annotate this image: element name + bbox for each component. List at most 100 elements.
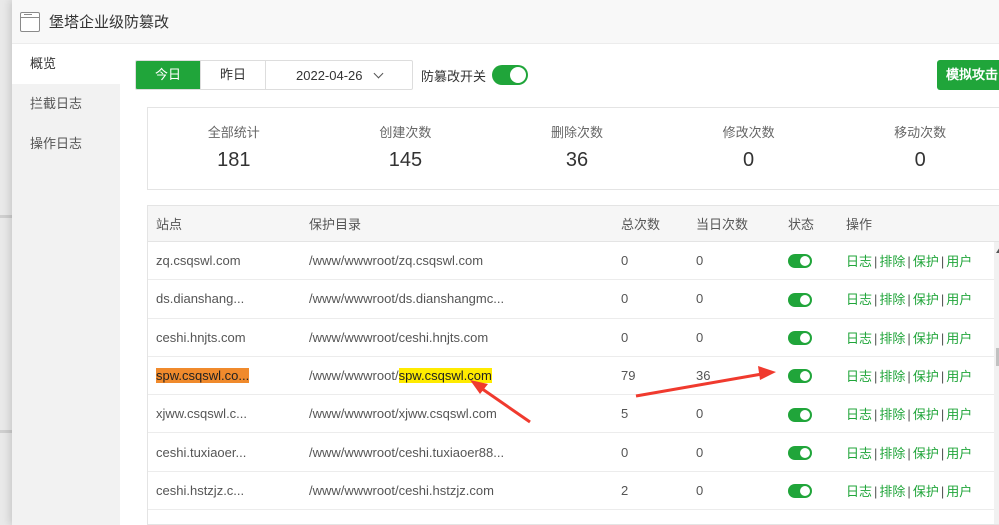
table-header: 站点 保护目录 总次数 当日次数 状态 操作 (148, 206, 999, 242)
exclude-link[interactable]: 排除 (879, 446, 905, 461)
cell-total: 0 (621, 444, 629, 460)
user-link[interactable]: 用户 (946, 369, 972, 384)
sites-table: 站点 保护目录 总次数 当日次数 状态 操作 zq.csqswl.com/www… (147, 205, 999, 525)
cell-total: 0 (621, 329, 629, 345)
sidebar-item-overview[interactable]: 概览 (12, 44, 120, 84)
cell-site: spw.csqswl.co... (148, 368, 301, 384)
ops-separator: | (940, 445, 945, 461)
date-value: 2022-04-26 (296, 67, 363, 83)
sidebar: 概览 拦截日志 操作日志 (12, 44, 120, 525)
user-link[interactable]: 用户 (946, 484, 972, 499)
cell-dir: /www/wwwroot/ceshi.hnjts.com (301, 330, 613, 345)
ops-separator: | (874, 483, 878, 499)
dir-path: /www/wwwroot/ds.dianshangmc... (309, 291, 505, 307)
protect-link[interactable]: 保护 (913, 331, 939, 346)
status-toggle[interactable] (788, 292, 812, 307)
protect-link[interactable]: 保护 (913, 407, 939, 422)
cell-ops: 日志 | 排除 | 保护 | 用户 (838, 404, 998, 423)
cell-ops: 日志 | 排除 | 保护 | 用户 (838, 328, 998, 347)
ops-separator: | (907, 369, 911, 385)
status-toggle[interactable] (788, 331, 812, 346)
table-row: xjww.csqswl.c... /www/wwwroot/xjww.csqswl… (148, 395, 999, 434)
ops-separator: | (874, 369, 878, 385)
cell-ops: 日志 | 排除 | 保护 | 用户 (838, 289, 998, 308)
log-link[interactable]: 日志 (846, 484, 872, 499)
dir-path: /www/wwwroot/ceshi.tuxiaoer88... (309, 444, 505, 460)
log-link[interactable]: 日志 (846, 407, 872, 422)
chevron-down-icon (373, 68, 383, 78)
cell-site: ds.dianshang... (148, 291, 301, 306)
cell-today: 0 (696, 329, 704, 345)
log-link[interactable]: 日志 (846, 446, 872, 461)
site-name: zq.csqswl.com (156, 253, 241, 269)
background-divider (0, 430, 12, 433)
cell-site: xjww.csqswl.c... (148, 406, 301, 421)
sidebar-item-intercept-log[interactable]: 拦截日志 (12, 84, 120, 124)
cell-site: ceshi.hstzjz.c... (148, 483, 301, 498)
ops-separator: | (874, 292, 878, 308)
status-toggle[interactable] (788, 484, 812, 499)
ops-separator: | (940, 407, 945, 423)
sidebar-item-operation-log[interactable]: 操作日志 (12, 124, 120, 164)
protect-link[interactable]: 保护 (913, 292, 939, 307)
protect-link[interactable]: 保护 (913, 484, 939, 499)
table-row: ceshi.tuxiaoer... /www/wwwroot/ceshi.tuxi… (148, 433, 999, 472)
cell-today: 0 (696, 291, 704, 307)
log-link[interactable]: 日志 (846, 369, 872, 384)
protect-link[interactable]: 保护 (913, 254, 939, 269)
cell-status (780, 406, 838, 422)
ops-separator: | (940, 292, 945, 308)
user-link[interactable]: 用户 (946, 331, 972, 346)
yesterday-button[interactable]: 昨日 (201, 61, 266, 89)
cell-status (780, 329, 838, 346)
dir-path: /www/wwwroot/zq.csqswl.com (309, 253, 484, 269)
today-button[interactable]: 今日 (136, 61, 201, 89)
cell-dir: /www/wwwroot/ceshi.hstzjz.com (301, 483, 613, 498)
tamper-switch-toggle[interactable] (492, 65, 529, 85)
cell-status (780, 444, 838, 460)
log-link[interactable]: 日志 (846, 254, 872, 269)
site-name: ds.dianshang... (156, 291, 245, 307)
cell-ops: 日志 | 排除 | 保护 | 用户 (838, 443, 998, 462)
stat-value: 0 (743, 149, 755, 171)
table-row: ds.dianshang... /www/wwwroot/ds.dianshang… (148, 280, 999, 319)
ops-separator: | (907, 483, 911, 499)
status-toggle[interactable] (788, 445, 812, 460)
site-name: ceshi.tuxiaoer... (156, 444, 247, 460)
ops-separator: | (907, 330, 911, 346)
exclude-link[interactable]: 排除 (879, 254, 905, 269)
log-link[interactable]: 日志 (846, 292, 872, 307)
ops-separator: | (940, 254, 945, 270)
table-scrollbar[interactable] (994, 242, 999, 524)
exclude-link[interactable]: 排除 (879, 292, 905, 307)
user-link[interactable]: 用户 (946, 292, 972, 307)
exclude-link[interactable]: 排除 (879, 331, 905, 346)
dialog-title: 堡塔企业级防篡改 (49, 14, 170, 31)
user-link[interactable]: 用户 (946, 446, 972, 461)
log-link[interactable]: 日志 (846, 331, 872, 346)
user-link[interactable]: 用户 (946, 407, 972, 422)
dir-highlight: spw.csqswl.com (398, 368, 492, 384)
status-toggle[interactable] (788, 369, 812, 384)
table-row: ceshi.hnjts.com/www/wwwroot/ceshi.hnjts.… (148, 319, 999, 357)
exclude-link[interactable]: 排除 (879, 484, 905, 499)
protect-link[interactable]: 保护 (913, 369, 939, 384)
stat-delete: 删除次数 36 (491, 108, 663, 189)
stat-value: 0 (914, 149, 926, 171)
status-toggle[interactable] (788, 254, 812, 269)
tamper-switch-label: 防篡改开关 (421, 68, 487, 84)
date-dropdown[interactable]: 2022-04-26 (266, 61, 412, 89)
cell-today: 0 (696, 253, 704, 269)
exclude-link[interactable]: 排除 (879, 407, 905, 422)
stat-label: 创建次数 (379, 125, 432, 140)
site-name: xjww.csqswl.c... (156, 406, 248, 422)
exclude-link[interactable]: 排除 (879, 369, 905, 384)
stat-label: 删除次数 (550, 125, 603, 140)
user-link[interactable]: 用户 (946, 254, 972, 269)
cell-dir: /www/wwwroot/zq.csqswl.com (301, 253, 613, 268)
ops-separator: | (907, 407, 911, 423)
status-toggle[interactable] (788, 407, 812, 422)
cell-status (780, 368, 838, 384)
protect-link[interactable]: 保护 (913, 446, 939, 461)
simulate-attack-button[interactable]: 模拟攻击 (937, 60, 999, 90)
